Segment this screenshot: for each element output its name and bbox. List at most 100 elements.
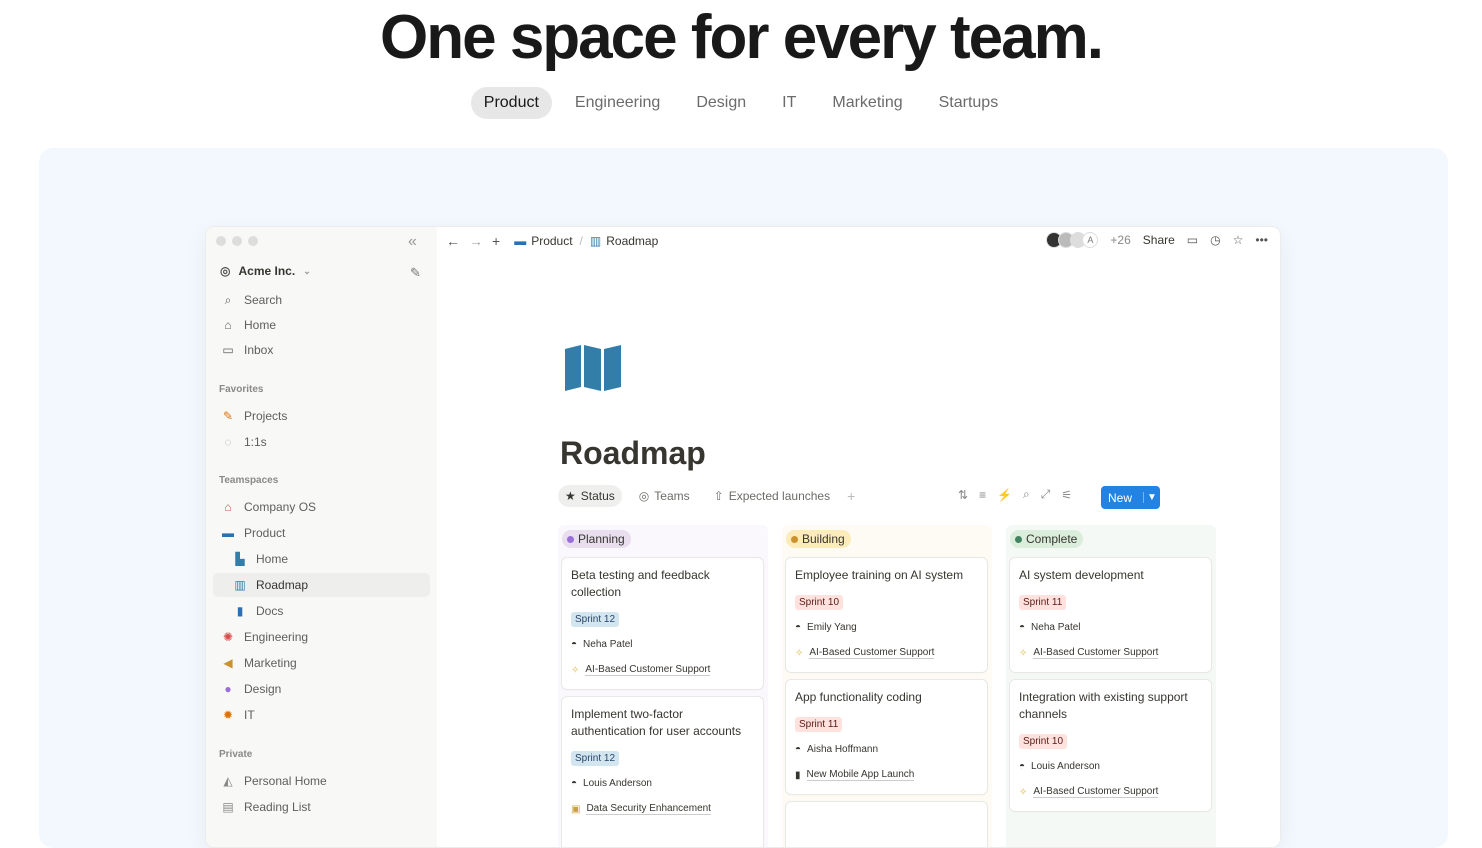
tab-product[interactable]: Product <box>470 87 552 119</box>
chevron-down-icon[interactable]: ▼ <box>1143 492 1160 503</box>
assignee-name: Emily Yang <box>807 622 857 633</box>
page-title: Roadmap <box>560 435 706 471</box>
assignee-name: Neha Patel <box>583 639 633 650</box>
breadcrumb-product[interactable]: Product <box>531 234 572 248</box>
filter-icon[interactable]: ≡ <box>979 488 986 502</box>
sidebar-item-product-home[interactable]: ▙ Home <box>213 547 430 571</box>
sprint-badge: Sprint 11 <box>1019 595 1067 610</box>
breadcrumb-roadmap[interactable]: Roadmap <box>606 234 658 248</box>
minimize-dot[interactable] <box>232 236 242 246</box>
sidebar-item-design[interactable]: ● Design <box>213 677 430 701</box>
comment-icon[interactable]: ▭ <box>1187 233 1198 247</box>
new-button-label: New <box>1108 490 1133 505</box>
project-link[interactable]: ✧ AI-Based Customer Support <box>1019 786 1159 798</box>
sidebar-item-marketing[interactable]: ◀ Marketing <box>213 651 430 675</box>
breadcrumb: ▬ Product / ▥ Roadmap <box>514 234 658 248</box>
project-link[interactable]: ✧ AI-Based Customer Support <box>571 664 711 676</box>
forward-arrow-icon[interactable]: → <box>469 233 483 249</box>
database-toolbar: ⇅ ≡ ⚡ ⌕ ⤢ ⚟ <box>958 487 1072 502</box>
board-card[interactable]: Employee training on AI system Sprint 10… <box>786 558 987 672</box>
settings-icon[interactable]: ⚟ <box>1061 488 1072 502</box>
sparkle-icon: ✧ <box>1019 786 1028 798</box>
sidebar-item-label: Inbox <box>244 343 274 357</box>
close-dot[interactable] <box>216 236 226 246</box>
project-link[interactable]: ▣ Data Security Enhancement <box>571 803 711 815</box>
avatar-stack[interactable]: A <box>1046 232 1099 248</box>
laptop-icon: ▬ <box>514 234 527 248</box>
favorites-heading: Favorites <box>219 384 264 395</box>
sidebar-item-it[interactable]: ✹ IT <box>213 703 430 727</box>
expand-icon[interactable]: ⤢ <box>1041 487 1051 502</box>
building-icon: ▙ <box>235 552 245 566</box>
board-card[interactable] <box>786 802 987 847</box>
project-link[interactable]: ✧ AI-Based Customer Support <box>1019 647 1159 659</box>
sidebar-item-roadmap[interactable]: ▥ Roadmap <box>213 573 430 597</box>
sidebar-item-search[interactable]: ⌕ Search <box>213 288 430 312</box>
project-link[interactable]: ✧ AI-Based Customer Support <box>795 647 935 659</box>
new-button[interactable]: New ▼ <box>1101 486 1160 509</box>
board-card[interactable]: Beta testing and feedback collection Spr… <box>562 558 763 689</box>
board-card[interactable]: Integration with existing support channe… <box>1010 680 1211 811</box>
board-card[interactable]: App functionality coding Sprint 11 ◓ Aish… <box>786 680 987 794</box>
tab-marketing[interactable]: Marketing <box>819 87 915 119</box>
board-column-building: Building Employee training on AI system … <box>782 525 992 847</box>
workspace-switcher[interactable]: ◎ Acme Inc. ⌄ <box>220 264 311 278</box>
breadcrumb-separator: / <box>579 234 583 248</box>
clock-icon[interactable]: ◷ <box>1210 233 1220 247</box>
sidebar-item-home[interactable]: ⌂ Home <box>213 313 430 337</box>
sidebar-item-reading-list[interactable]: ▤ Reading List <box>213 795 430 819</box>
star-icon[interactable]: ☆ <box>1233 233 1244 247</box>
board-card[interactable]: AI system development Sprint 11 ◓ Neha Pa… <box>1010 558 1211 672</box>
avatar: ◓ <box>795 622 802 633</box>
tab-engineering[interactable]: Engineering <box>562 87 673 119</box>
sidebar-item-projects[interactable]: ✎ Projects <box>213 404 430 428</box>
assignee: ◓ Louis Anderson <box>1019 761 1100 772</box>
automation-icon[interactable]: ⚡ <box>997 488 1012 502</box>
sort-icon[interactable]: ⇅ <box>958 488 968 502</box>
card-title: Beta testing and feedback collection <box>571 568 710 599</box>
sidebar-item-product[interactable]: ▬ Product <box>213 521 430 545</box>
topbar-actions: A +26 Share ▭ ◷ ☆ ••• <box>1046 232 1268 248</box>
assignee: ◓ Aisha Hoffmann <box>795 744 878 755</box>
column-label: Building <box>802 532 845 546</box>
view-label: Teams <box>654 489 690 503</box>
card-title: AI system development <box>1019 568 1144 582</box>
sidebar-item-engineering[interactable]: ✺ Engineering <box>213 625 430 649</box>
app-window: « ◎ Acme Inc. ⌄ ✎ ⌕ Search ⌂ Home ▭ Inbo… <box>206 227 1280 847</box>
target-icon: ◎ <box>638 489 650 503</box>
status-badge: Planning <box>562 530 631 548</box>
project-name: AI-Based Customer Support <box>809 647 935 659</box>
bookmark-icon: ▮ <box>236 604 244 618</box>
sidebar-item-docs[interactable]: ▮ Docs <box>213 599 430 623</box>
sidebar-item-company-os[interactable]: ⌂ Company OS <box>213 495 430 519</box>
globe-icon: ◎ <box>220 264 231 278</box>
sidebar-item-personal-home[interactable]: ◭ Personal Home <box>213 769 430 793</box>
tab-it[interactable]: IT <box>769 87 809 119</box>
tab-startups[interactable]: Startups <box>926 87 1012 119</box>
collapse-sidebar-icon[interactable]: « <box>408 233 417 251</box>
maximize-dot[interactable] <box>248 236 258 246</box>
back-arrow-icon[interactable]: ← <box>446 233 460 249</box>
plus-icon[interactable]: + <box>492 233 500 249</box>
home-icon: ⌂ <box>224 318 232 332</box>
window-controls <box>216 236 258 246</box>
sidebar-item-label: Personal Home <box>244 774 327 788</box>
card-title: Implement two-factor authentication for … <box>571 707 742 738</box>
view-status[interactable]: ★ Status <box>558 485 622 507</box>
tab-design[interactable]: Design <box>683 87 759 119</box>
add-view-icon[interactable]: + <box>847 488 855 504</box>
search-icon[interactable]: ⌕ <box>1023 487 1030 502</box>
map-icon <box>563 345 623 396</box>
new-page-icon[interactable]: ✎ <box>410 265 421 281</box>
assignee: ◓ Louis Anderson <box>571 778 652 789</box>
share-button[interactable]: Share <box>1143 233 1175 247</box>
more-icon[interactable]: ••• <box>1255 233 1268 247</box>
book-icon: ▤ <box>222 800 234 814</box>
view-expected-launches[interactable]: ⇧ Expected launches <box>707 485 837 507</box>
view-teams[interactable]: ◎ Teams <box>632 485 697 507</box>
sidebar-item-inbox[interactable]: ▭ Inbox <box>213 338 430 362</box>
board-card[interactable]: Implement two-factor authentication for … <box>562 697 763 847</box>
sidebar: « ◎ Acme Inc. ⌄ ✎ ⌕ Search ⌂ Home ▭ Inbo… <box>206 227 437 847</box>
project-link[interactable]: ▮ New Mobile App Launch <box>795 769 915 781</box>
sidebar-item-1on1s[interactable]: ◌ 1:1s <box>213 430 430 454</box>
